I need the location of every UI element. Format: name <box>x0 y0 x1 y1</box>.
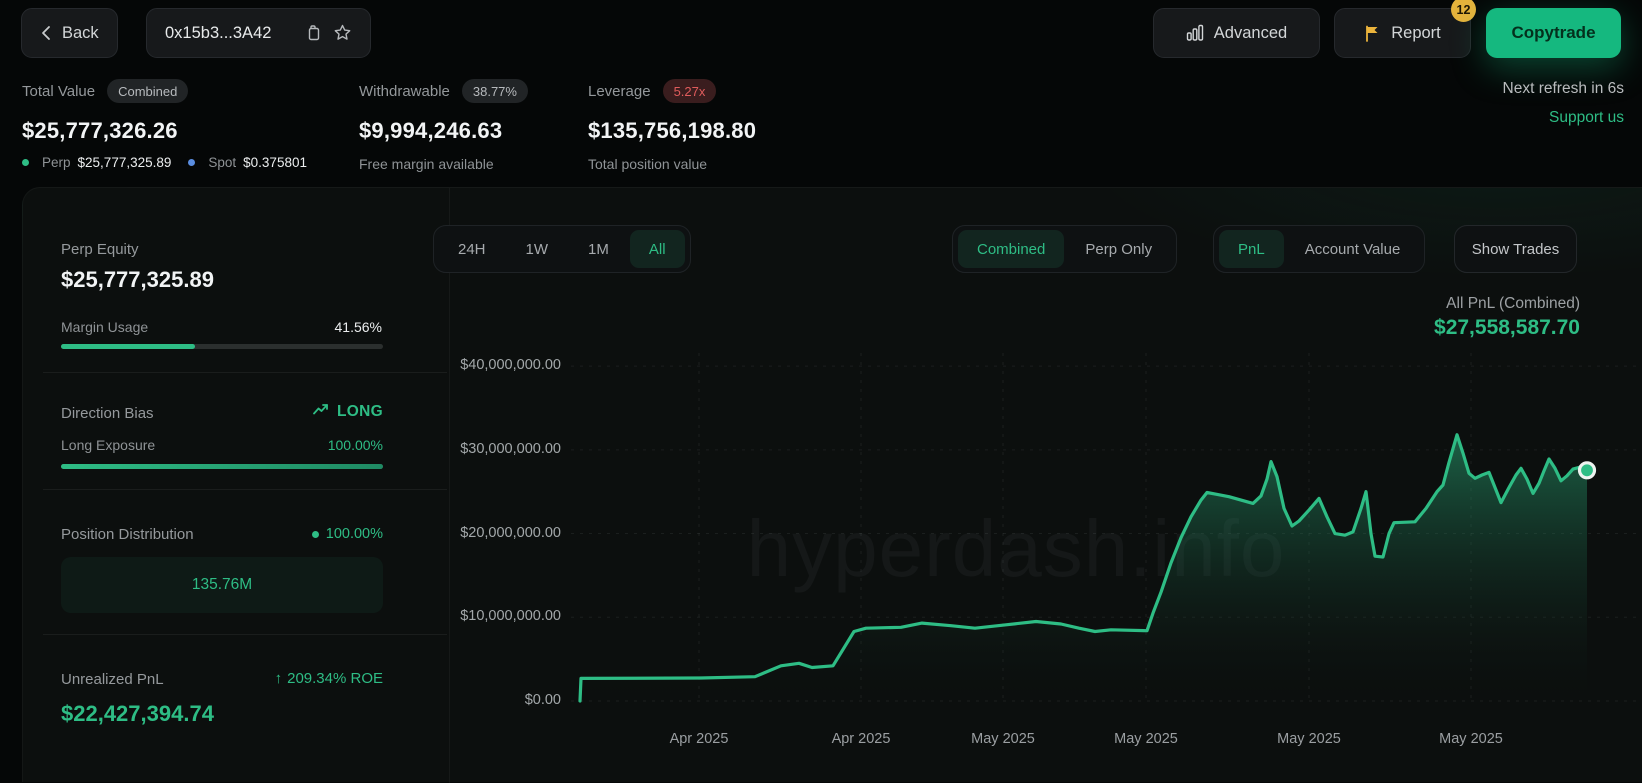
perp-label: Perp <box>42 155 71 170</box>
margin-usage-bar <box>61 344 383 349</box>
perp-dot-icon <box>22 159 29 166</box>
divider <box>43 634 447 635</box>
leverage-sub: Total position value <box>588 156 707 172</box>
long-exposure-label: Long Exposure <box>61 437 155 453</box>
total-value-label: Total Value <box>22 83 95 100</box>
unrealized-pnl-value: $22,427,394.74 <box>61 701 214 727</box>
y-axis-tick: $30,000,000.00 <box>411 441 561 457</box>
advanced-button[interactable]: Advanced <box>1153 8 1320 58</box>
divider <box>43 372 447 373</box>
total-value-amount: $25,777,326.26 <box>22 118 178 144</box>
tab-pnl[interactable]: PnL <box>1219 230 1284 268</box>
unrealized-pnl-label: Unrealized PnL <box>61 671 164 688</box>
total-value-breakdown: Perp $25,777,325.89 Spot $0.375801 <box>22 155 307 170</box>
position-size-value: 135.76M <box>192 576 252 594</box>
pnl-area-fill <box>580 435 1587 701</box>
withdrawable-pct-badge: 38.77% <box>462 79 528 103</box>
leverage-badge: 5.27x <box>663 79 717 103</box>
advanced-label: Advanced <box>1214 24 1287 43</box>
bar-chart-icon <box>1186 24 1204 42</box>
margin-usage-value: 41.56% <box>335 319 382 335</box>
withdrawable-header: Withdrawable 38.77% <box>359 79 528 103</box>
support-us-link[interactable]: Support us <box>1549 109 1624 127</box>
margin-usage-label: Margin Usage <box>61 319 148 335</box>
leverage-amount: $135,756,198.80 <box>588 118 756 144</box>
next-refresh-text: Next refresh in 6s <box>1503 80 1624 98</box>
long-exposure-fill <box>61 464 383 469</box>
arrow-up-icon: ↑ <box>275 670 283 687</box>
copy-icon[interactable] <box>305 24 321 42</box>
direction-bias-label: Direction Bias <box>61 405 154 422</box>
y-axis-tick: $0.00 <box>411 692 561 708</box>
position-distribution-value: 100.00% <box>326 526 383 542</box>
long-exposure-value: 100.00% <box>261 437 383 453</box>
tab-combined[interactable]: Combined <box>958 230 1064 268</box>
withdrawable-label: Withdrawable <box>359 83 450 100</box>
x-axis-tick: Apr 2025 <box>832 731 891 747</box>
leverage-label: Leverage <box>588 83 651 100</box>
report-button[interactable]: Report 12 <box>1334 8 1471 58</box>
wallet-address: 0x15b3...3A42 <box>165 24 271 43</box>
total-value-header: Total Value Combined <box>22 79 188 103</box>
y-axis-tick: $10,000,000.00 <box>411 608 561 624</box>
spot-dot-icon <box>188 159 195 166</box>
favorite-star-icon[interactable] <box>333 24 352 42</box>
y-axis-tick: $40,000,000.00 <box>411 357 561 373</box>
long-exposure-bar <box>61 464 383 469</box>
withdrawable-sub: Free margin available <box>359 156 494 172</box>
report-count-badge: 12 <box>1451 0 1476 22</box>
x-axis-tick: May 2025 <box>1114 731 1178 747</box>
trend-up-icon <box>313 403 330 421</box>
back-button[interactable]: Back <box>21 8 118 58</box>
spot-value: $0.375801 <box>243 155 307 170</box>
show-trades-button[interactable]: Show Trades <box>1454 225 1577 273</box>
position-size-box[interactable]: 135.76M <box>61 557 383 613</box>
pnl-area-chart[interactable] <box>566 341 1642 703</box>
mode-tabs: Combined Perp Only <box>952 225 1177 273</box>
all-pnl-label: All PnL (Combined) <box>1446 295 1580 313</box>
withdrawable-amount: $9,994,246.63 <box>359 118 502 144</box>
main-card: Perp Equity $25,777,325.89 Margin Usage … <box>22 187 1642 782</box>
tab-account-value[interactable]: Account Value <box>1286 230 1420 268</box>
flag-icon <box>1364 25 1381 42</box>
copytrade-button[interactable]: Copytrade <box>1486 8 1621 58</box>
last-point-marker <box>1580 463 1595 478</box>
all-pnl-value: $27,558,587.70 <box>1434 316 1580 340</box>
perp-value: $25,777,325.89 <box>78 155 172 170</box>
tab-all[interactable]: All <box>630 230 685 268</box>
tab-perp-only[interactable]: Perp Only <box>1066 230 1171 268</box>
x-axis-tick: May 2025 <box>1277 731 1341 747</box>
combined-badge: Combined <box>107 79 188 103</box>
position-distribution-row: 100.00% <box>261 526 383 542</box>
tab-24h[interactable]: 24H <box>439 230 505 268</box>
direction-bias-value: LONG <box>337 403 383 421</box>
report-label: Report <box>1391 24 1441 43</box>
x-axis-tick: May 2025 <box>971 731 1035 747</box>
back-label: Back <box>62 24 99 43</box>
roe-value: 209.34% ROE <box>287 670 383 687</box>
direction-bias-value-row: LONG <box>261 403 383 421</box>
y-axis-tick: $20,000,000.00 <box>411 525 561 541</box>
leverage-header: Leverage 5.27x <box>588 79 716 103</box>
spot-label: Spot <box>208 155 236 170</box>
distribution-dot-icon <box>312 531 319 538</box>
tab-1m[interactable]: 1M <box>569 230 628 268</box>
divider <box>43 489 447 490</box>
chevron-left-icon <box>40 25 52 41</box>
tab-1w[interactable]: 1W <box>507 230 568 268</box>
perp-equity-label: Perp Equity <box>61 241 139 258</box>
perp-equity-value: $25,777,325.89 <box>61 267 214 293</box>
roe-row: ↑ 209.34% ROE <box>223 670 383 687</box>
margin-usage-fill <box>61 344 195 349</box>
position-distribution-label: Position Distribution <box>61 526 194 543</box>
time-range-tabs: 24H 1W 1M All <box>433 225 691 273</box>
view-tabs: PnL Account Value <box>1213 225 1425 273</box>
address-field[interactable]: 0x15b3...3A42 <box>146 8 371 58</box>
x-axis-tick: May 2025 <box>1439 731 1503 747</box>
x-axis-tick: Apr 2025 <box>670 731 729 747</box>
